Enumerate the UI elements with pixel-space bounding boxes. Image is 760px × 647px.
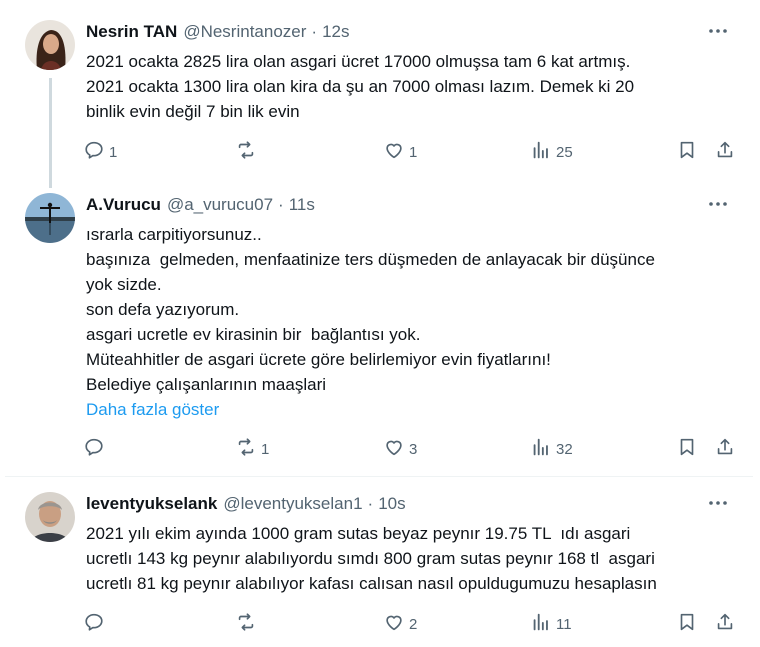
bookmark-icon [676, 436, 698, 462]
like-button[interactable]: 1 [383, 138, 417, 166]
separator-dot: · [278, 195, 284, 214]
thread-line [49, 78, 52, 188]
user-handle[interactable]: @leventyukselan1 [223, 494, 362, 514]
tweet-header: leventyukselank @leventyukselan1 · 10s [86, 494, 406, 514]
view-count: 11 [556, 615, 572, 633]
share-button[interactable] [714, 610, 736, 638]
retweet-icon [235, 139, 257, 165]
avatar[interactable] [25, 193, 75, 243]
retweet-button[interactable] [235, 138, 261, 166]
timestamp[interactable]: 12s [322, 22, 349, 42]
tweet-line: asgari ucretle ev kirasinin bir bağlantı… [86, 325, 421, 344]
display-name[interactable]: leventyukselank [86, 494, 217, 514]
share-icon [714, 611, 736, 637]
views-button[interactable]: 32 [530, 435, 573, 463]
views-icon [530, 139, 552, 165]
reply-icon [83, 611, 105, 637]
tweet-line: son defa yazıyorum. [86, 300, 240, 319]
timestamp[interactable]: 11s [289, 195, 315, 215]
tweet-text: ısrarla carpitiyorsunuz.. başınıza gelme… [86, 222, 726, 422]
retweet-count: 1 [261, 440, 270, 458]
heart-icon [383, 436, 405, 462]
share-button[interactable] [714, 435, 736, 463]
like-count: 1 [409, 143, 418, 161]
tweet-line: Belediye çalışanlarının maaşlari [86, 375, 327, 394]
tweet-line: ucretlı 143 kg peynır alabılıyordu sımdı… [86, 549, 655, 568]
tweet-header: A.Vurucu @a_vurucu07 · 11s [86, 195, 315, 215]
user-handle[interactable]: @Nesrintanozer [183, 22, 306, 42]
share-button[interactable] [714, 138, 736, 166]
share-icon [714, 436, 736, 462]
tweet-text: 2021 ocakta 2825 lira olan asgari ücret … [86, 49, 726, 124]
reply-button[interactable] [83, 435, 109, 463]
tweet-line: 2021 ocakta 2825 lira olan asgari ücret … [86, 52, 631, 71]
tweet-line: yok sizde. [86, 275, 162, 294]
more-icon[interactable] [707, 20, 729, 42]
tweet-text: 2021 yılı ekim ayında 1000 gram sutas be… [86, 521, 726, 596]
like-button[interactable]: 2 [383, 610, 417, 638]
views-button[interactable]: 25 [530, 138, 573, 166]
action-bar: 2 11 [83, 610, 743, 638]
tweet-line: Müteahhitler de asgari ücrete göre belir… [86, 350, 551, 369]
avatar[interactable] [25, 20, 75, 70]
retweet-icon [235, 611, 257, 637]
retweet-icon [235, 436, 257, 462]
tweet-line: 2021 ocakta 1300 lira olan kira da şu an… [86, 77, 635, 96]
tweet-2[interactable]: A.Vurucu @a_vurucu07 · 11s ısrarla carpi… [5, 193, 753, 473]
view-count: 25 [556, 143, 573, 161]
tweet-line: ısrarla carpitiyorsunuz.. [86, 225, 262, 244]
user-handle[interactable]: @a_vurucu07 [167, 195, 273, 215]
share-icon [714, 139, 736, 165]
reply-button[interactable]: 1 [83, 138, 117, 166]
retweet-button[interactable] [235, 610, 261, 638]
bookmark-icon [676, 139, 698, 165]
show-more-link[interactable]: Daha fazla göster [86, 397, 726, 422]
tweet-3[interactable]: leventyukselank @leventyukselan1 · 10s 2… [5, 492, 753, 642]
reply-icon [83, 436, 105, 462]
tweet-line: başınıza gelmeden, menfaatinize ters düş… [86, 250, 655, 269]
tweet-line: 2021 yılı ekim ayında 1000 gram sutas be… [86, 524, 631, 543]
reply-icon [83, 139, 105, 165]
view-count: 32 [556, 440, 573, 458]
bookmark-button[interactable] [676, 435, 698, 463]
separator-dot: · [367, 494, 374, 513]
like-count: 3 [409, 440, 418, 458]
more-icon[interactable] [707, 492, 729, 514]
like-button[interactable]: 3 [383, 435, 417, 463]
views-icon [530, 611, 552, 637]
more-icon[interactable] [707, 193, 729, 215]
tweet-line: ucretlı 81 kg peynır alabılıyor kafası c… [86, 574, 657, 593]
action-bar: 1 1 25 [83, 138, 743, 166]
views-icon [530, 436, 552, 462]
views-button[interactable]: 11 [530, 610, 572, 638]
bookmark-icon [676, 611, 698, 637]
tweet-header: Nesrin TAN @Nesrintanozer · 12s [86, 22, 350, 42]
avatar[interactable] [25, 492, 75, 542]
bookmark-button[interactable] [676, 138, 698, 166]
tweet-line: binlik evin değil 7 bin lik evin [86, 102, 300, 121]
heart-icon [383, 139, 405, 165]
tweet-1[interactable]: Nesrin TAN @Nesrintanozer · 12s 2021 oca… [5, 20, 753, 188]
display-name[interactable]: Nesrin TAN [86, 22, 177, 42]
timestamp[interactable]: 10s [378, 494, 405, 514]
tweet-divider [5, 476, 753, 477]
bookmark-button[interactable] [676, 610, 698, 638]
heart-icon [383, 611, 405, 637]
like-count: 2 [409, 615, 418, 633]
retweet-button[interactable]: 1 [235, 435, 269, 463]
action-bar: 1 3 32 [83, 435, 743, 463]
display-name[interactable]: A.Vurucu [86, 195, 161, 215]
separator-dot: · [311, 22, 318, 41]
reply-count: 1 [109, 143, 118, 161]
reply-button[interactable] [83, 610, 109, 638]
